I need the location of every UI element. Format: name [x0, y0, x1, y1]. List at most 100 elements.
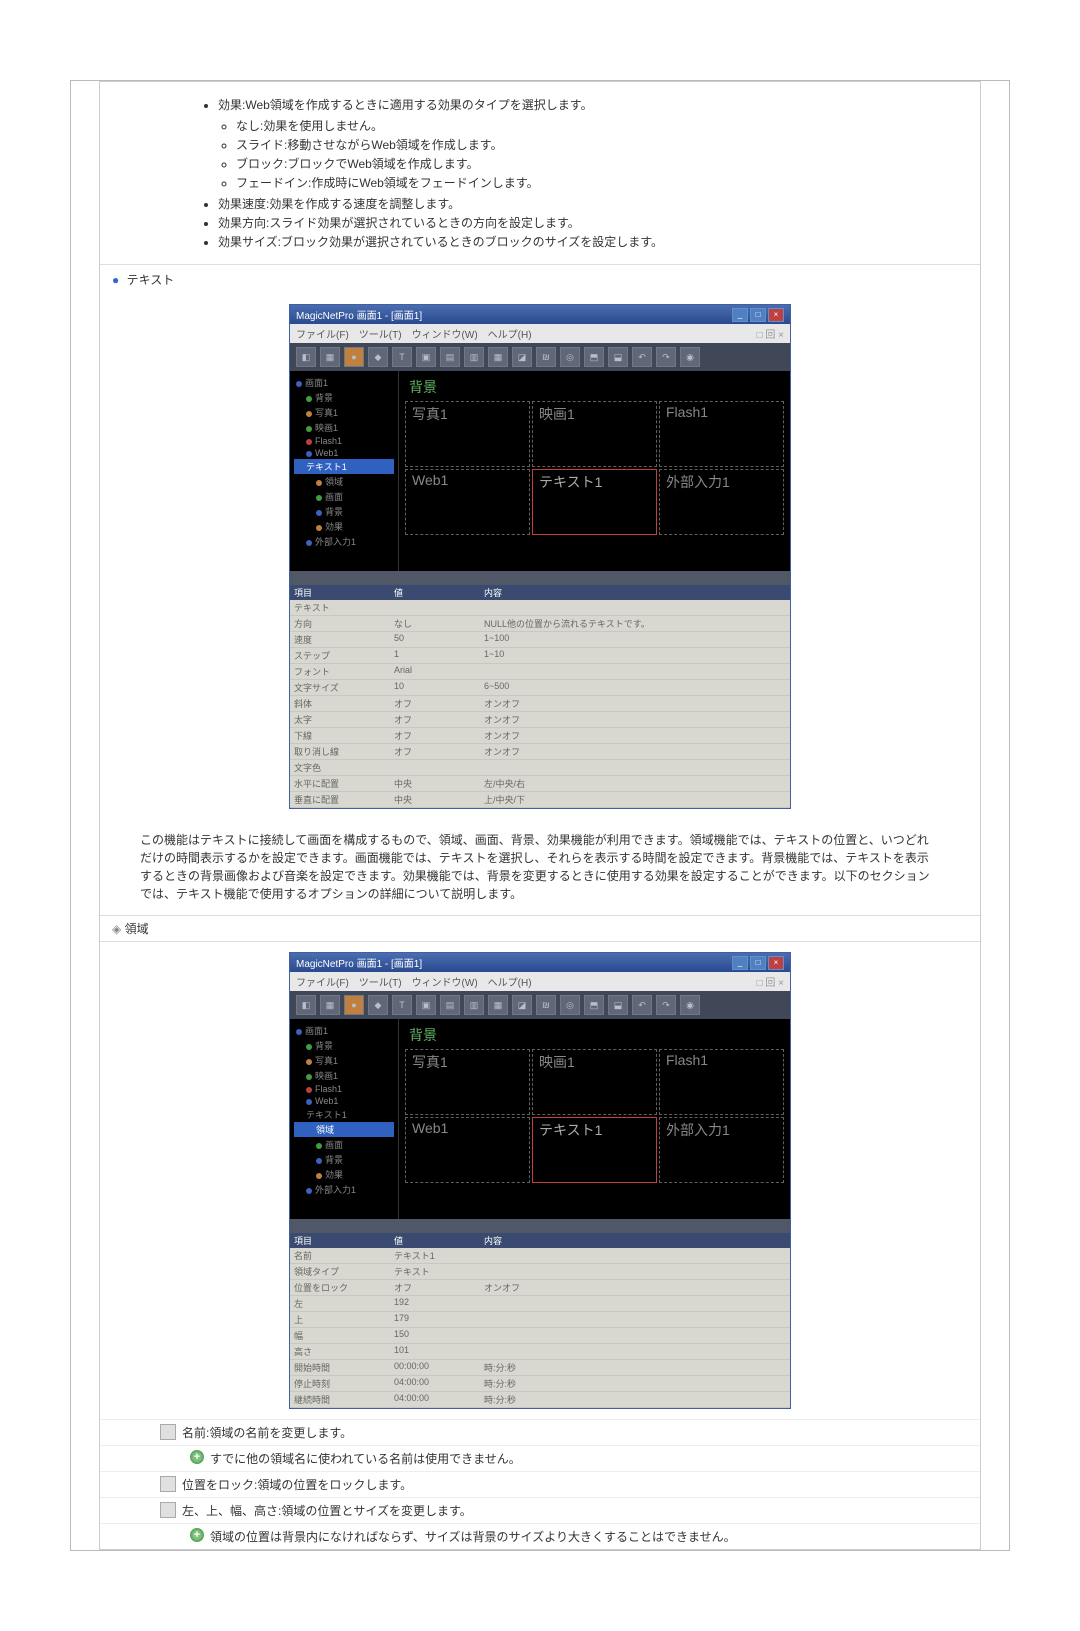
tree-photo[interactable]: 写真1	[294, 405, 394, 420]
table-row: 速度501~100	[290, 632, 790, 648]
tree2-bg[interactable]: 背景	[294, 1038, 394, 1053]
tool-3[interactable]: ●	[344, 347, 364, 367]
tree-text[interactable]: テキスト1	[294, 459, 394, 474]
minimize-icon[interactable]: _	[732, 308, 748, 322]
tool-2[interactable]: ▦	[320, 347, 340, 367]
tool-8[interactable]: ▥	[464, 347, 484, 367]
tree-root[interactable]: 画面1	[294, 375, 394, 390]
menu-help[interactable]: ヘルプ(H)	[488, 326, 532, 341]
tree2-photo[interactable]: 写真1	[294, 1053, 394, 1068]
table-row: 継続時間04:00:00時:分:秒	[290, 1392, 790, 1408]
region2-ext[interactable]: 外部入力1	[659, 1117, 784, 1183]
tool-b14[interactable]: ⬓	[608, 995, 628, 1015]
tool-b17[interactable]: ◉	[680, 995, 700, 1015]
tree-movie[interactable]: 映画1	[294, 420, 394, 435]
tool-b15[interactable]: ↶	[632, 995, 652, 1015]
effect-slide: スライド:移動させながらWeb領域を作成します。	[236, 136, 960, 153]
tree2-flash[interactable]: Flash1	[294, 1083, 394, 1095]
tool-17[interactable]: ◉	[680, 347, 700, 367]
tool-b10[interactable]: ◪	[512, 995, 532, 1015]
tool-1[interactable]: ◧	[296, 347, 316, 367]
tool-text[interactable]: T	[392, 347, 412, 367]
menu-bar-2: ファイル(F) ツール(T) ウィンドウ(W) ヘルプ(H) □ 回 ×	[290, 972, 790, 991]
tool-13[interactable]: ⬒	[584, 347, 604, 367]
tool-14[interactable]: ⬓	[608, 347, 628, 367]
effect-speed: 効果速度:効果を作成する速度を調整します。	[218, 195, 960, 212]
tree-text-effect[interactable]: 効果	[294, 519, 394, 534]
tool-b1[interactable]: ◧	[296, 995, 316, 1015]
note-name-warning: + すでに他の領域名に使われている名前は使用できません。	[100, 1445, 980, 1471]
table-row: 幅150	[290, 1328, 790, 1344]
tool-b8[interactable]: ▥	[464, 995, 484, 1015]
tree-text-bg[interactable]: 背景	[294, 504, 394, 519]
tool-b16[interactable]: ↷	[656, 995, 676, 1015]
region2-text[interactable]: テキスト1	[532, 1117, 657, 1183]
menu-tool-2[interactable]: ツール(T)	[359, 974, 402, 989]
region-props-table: 項目 値 内容 名前テキスト1領域タイプテキスト位置をロックオフオンオフ左192…	[290, 1233, 790, 1408]
close-icon-2[interactable]: ×	[768, 956, 784, 970]
tree2-web[interactable]: Web1	[294, 1095, 394, 1107]
tree2-text-effect[interactable]: 効果	[294, 1167, 394, 1182]
tool-7[interactable]: ▤	[440, 347, 460, 367]
menu-tool[interactable]: ツール(T)	[359, 326, 402, 341]
tool-9[interactable]: ▦	[488, 347, 508, 367]
tree2-root[interactable]: 画面1	[294, 1023, 394, 1038]
tool-4[interactable]: ◆	[368, 347, 388, 367]
menu-file-2[interactable]: ファイル(F)	[296, 974, 349, 989]
tool-b12[interactable]: ◎	[560, 995, 580, 1015]
tree2-text-bg[interactable]: 背景	[294, 1152, 394, 1167]
tool-6[interactable]: ▣	[416, 347, 436, 367]
region-text[interactable]: テキスト1	[532, 469, 657, 535]
tool-b6[interactable]: ▣	[416, 995, 436, 1015]
menu-help-2[interactable]: ヘルプ(H)	[488, 974, 532, 989]
region-web[interactable]: Web1	[405, 469, 530, 535]
tool-11[interactable]: ₪	[536, 347, 556, 367]
tree2-text[interactable]: テキスト1	[294, 1107, 394, 1122]
mdi-controls-2[interactable]: □ 回 ×	[757, 974, 784, 989]
tool-b5[interactable]: T	[392, 995, 412, 1015]
menu-file[interactable]: ファイル(F)	[296, 326, 349, 341]
tool-12[interactable]: ◎	[560, 347, 580, 367]
hscroll[interactable]	[290, 571, 790, 585]
tool-b11[interactable]: ₪	[536, 995, 556, 1015]
region2-flash[interactable]: Flash1	[659, 1049, 784, 1115]
mdi-controls[interactable]: □ 回 ×	[757, 326, 784, 341]
tree2-movie[interactable]: 映画1	[294, 1068, 394, 1083]
menu-window-2[interactable]: ウィンドウ(W)	[412, 974, 478, 989]
tool-redo[interactable]: ↷	[656, 347, 676, 367]
tree-bg[interactable]: 背景	[294, 390, 394, 405]
tree-text-screen[interactable]: 画面	[294, 489, 394, 504]
tree2-text-screen[interactable]: 画面	[294, 1137, 394, 1152]
tool-b4[interactable]: ◆	[368, 995, 388, 1015]
close-icon[interactable]: ×	[768, 308, 784, 322]
window-title-2: MagicNetPro 画面1 - [画面1]	[296, 955, 422, 970]
region-movie[interactable]: 映画1	[532, 401, 657, 467]
region-ext[interactable]: 外部入力1	[659, 469, 784, 535]
region2-photo[interactable]: 写真1	[405, 1049, 530, 1115]
region-section-heading: ◈ 領域	[100, 915, 980, 942]
region2-web[interactable]: Web1	[405, 1117, 530, 1183]
tool-b7[interactable]: ▤	[440, 995, 460, 1015]
note-pos: 左、上、幅、高さ:領域の位置とサイズを変更します。	[100, 1497, 980, 1523]
menu-window[interactable]: ウィンドウ(W)	[412, 326, 478, 341]
tool-b13[interactable]: ⬒	[584, 995, 604, 1015]
tool-undo[interactable]: ↶	[632, 347, 652, 367]
table-row: 停止時刻04:00:00時:分:秒	[290, 1376, 790, 1392]
region2-movie[interactable]: 映画1	[532, 1049, 657, 1115]
tree-ext[interactable]: 外部入力1	[294, 534, 394, 549]
maximize-icon[interactable]: □	[750, 308, 766, 322]
minimize-icon-2[interactable]: _	[732, 956, 748, 970]
tool-b3[interactable]: ●	[344, 995, 364, 1015]
tree-web[interactable]: Web1	[294, 447, 394, 459]
maximize-icon-2[interactable]: □	[750, 956, 766, 970]
tool-b2[interactable]: ▦	[320, 995, 340, 1015]
tree2-text-region[interactable]: 領域	[294, 1122, 394, 1137]
tool-b9[interactable]: ▦	[488, 995, 508, 1015]
hscroll-2[interactable]	[290, 1219, 790, 1233]
tree-flash[interactable]: Flash1	[294, 435, 394, 447]
region-flash[interactable]: Flash1	[659, 401, 784, 467]
tool-10[interactable]: ◪	[512, 347, 532, 367]
tree2-ext[interactable]: 外部入力1	[294, 1182, 394, 1197]
region-photo[interactable]: 写真1	[405, 401, 530, 467]
tree-text-region[interactable]: 領域	[294, 474, 394, 489]
